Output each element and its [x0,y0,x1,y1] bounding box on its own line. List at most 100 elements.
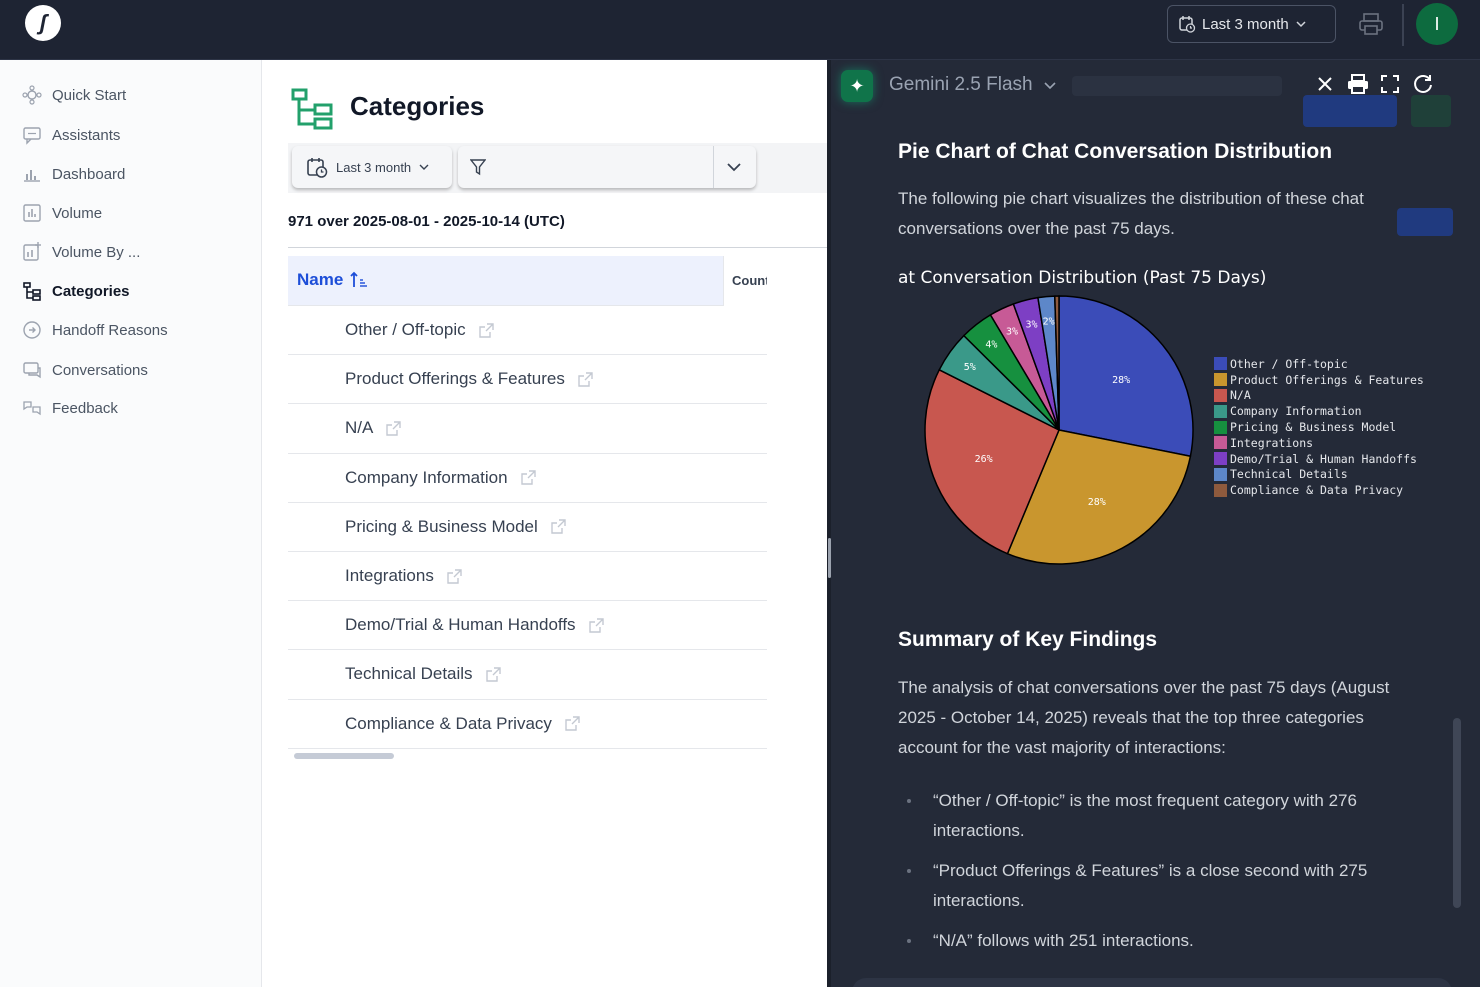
category-name[interactable]: Integrations [345,566,434,586]
sidebar-item-quick-start[interactable]: Quick Start [22,83,126,107]
sidebar-item-label: Handoff Reasons [52,321,168,339]
external-link-icon[interactable] [485,666,502,683]
legend-swatch [1214,420,1227,434]
external-link-icon[interactable] [588,617,605,634]
date-filter-button[interactable]: Last 3 month [292,146,452,188]
legend-label: Compliance & Data Privacy [1230,483,1404,498]
legend-label: Product Offerings & Features [1230,372,1424,387]
user-avatar[interactable]: I [1416,3,1458,45]
external-link-icon[interactable] [577,371,594,388]
divider [288,247,828,248]
count-column-header[interactable]: Count [723,256,767,306]
category-name[interactable]: Product Offerings & Features [345,369,565,389]
section-paragraph: The analysis of chat conversations over … [898,678,1390,757]
name-column-header[interactable]: Name [297,270,369,290]
category-name[interactable]: N/A [345,418,373,438]
chart-plus-icon [23,242,41,261]
category-name[interactable]: Compliance & Data Privacy [345,714,552,734]
model-selector[interactable]: Gemini 2.5 Flash [889,74,1057,96]
sidebar-item-feedback[interactable]: Feedback [22,396,118,420]
table-row: Company Information [288,454,767,503]
sidebar-item-label: Assistants [52,126,121,144]
fullscreen-icon[interactable] [1378,72,1402,96]
legend-label: Company Information [1230,404,1362,419]
category-name[interactable]: Technical Details [345,664,473,684]
slice-label: 3% [1006,327,1018,338]
sidebar-item-volume-by[interactable]: Volume By ... [22,240,140,264]
blurred-background [1411,95,1451,127]
categories-icon [291,88,333,130]
table-row: Demo/Trial & Human Handoffs [288,601,767,651]
table-body: Other / Off-topic Product Offerings & Fea… [288,306,767,749]
table-row: Compliance & Data Privacy [288,700,767,749]
close-icon[interactable] [1313,72,1337,96]
legend-swatch [1214,404,1227,418]
legend-swatch [1214,483,1227,497]
filter-divider [713,146,714,188]
external-link-icon[interactable] [520,469,537,486]
conversations-icon [23,362,41,379]
legend-swatch [1214,436,1227,450]
panel-border [827,60,831,987]
category-name[interactable]: Other / Off-topic [345,320,466,340]
sidebar-item-volume[interactable]: Volume [22,201,102,225]
external-link-icon[interactable] [478,322,495,339]
list-item: “N/A” follows with 251 interactions. [898,926,1428,956]
bar-chart-icon [23,204,41,222]
ai-sparkle-icon: ✦ [841,70,873,102]
legend-swatch [1214,373,1227,387]
top-bar: ʃ Last 3 month I [0,0,1480,60]
page-title: Categories [350,91,485,121]
chevron-down-icon[interactable] [726,160,742,174]
legend-item: Company Information [1214,403,1424,419]
sidebar-item-conversations[interactable]: Conversations [22,358,148,382]
legend-item: Other / Off-topic [1214,356,1424,372]
vertical-scrollbar[interactable] [1453,718,1461,908]
external-link-icon[interactable] [550,518,567,535]
chart-icon [24,170,40,182]
blurred-background [1303,95,1397,127]
sidebar-item-categories[interactable]: Categories [22,279,130,303]
legend-item: N/A [1214,388,1424,404]
external-link-icon[interactable] [446,568,463,585]
chart-legend: Other / Off-topic Product Offerings & Fea… [1214,356,1424,498]
sort-ascending-icon [350,271,368,287]
blurred-background [1072,76,1282,96]
panel-resize-handle[interactable] [828,538,831,578]
slice-label: 28% [1088,497,1106,508]
table-row: Pricing & Business Model [288,503,767,552]
chat-input-area[interactable] [852,978,1452,987]
date-filter-label: Last 3 month [336,159,412,175]
sidebar-item-dashboard[interactable]: Dashboard [22,162,125,186]
chart-title: at Conversation Distribution (Past 75 Da… [898,268,1267,288]
calendar-icon [307,158,328,178]
global-date-range-button[interactable]: Last 3 month [1167,5,1336,43]
category-name[interactable]: Company Information [345,468,508,488]
sidebar-item-label: Quick Start [52,86,127,104]
print-icon[interactable] [1346,72,1370,96]
legend-label: Other / Off-topic [1230,356,1348,371]
external-link-icon[interactable] [564,715,581,732]
category-name[interactable]: Pricing & Business Model [345,517,538,537]
sidebar-item-label: Feedback [52,399,118,417]
category-name[interactable]: Demo/Trial & Human Handoffs [345,615,576,635]
feedback-icon [23,401,41,416]
external-link-icon[interactable] [385,420,402,437]
sidebar-item-label: Categories [52,282,130,300]
topbar-divider [1402,4,1404,46]
slice-label: 5% [964,362,976,373]
sidebar-item-label: Dashboard [52,165,126,183]
categories-table: Name Count Other / Off-topic Product Offe… [288,256,767,749]
app-logo[interactable]: ʃ [25,5,61,41]
refresh-icon[interactable] [1411,72,1435,96]
legend-label: Integrations [1230,435,1314,450]
legend-label: Demo/Trial & Human Handoffs [1230,451,1417,466]
filter-funnel-icon [470,159,486,176]
sidebar-item-handoff-reasons[interactable]: Handoff Reasons [22,318,168,342]
sidebar-item-assistants[interactable]: Assistants [22,123,120,147]
horizontal-scrollbar[interactable] [294,753,394,759]
legend-item: Compliance & Data Privacy [1214,482,1424,498]
print-icon[interactable] [1358,12,1384,36]
sidebar-item-label: Conversations [52,361,148,379]
category-filter-select[interactable] [458,146,756,188]
